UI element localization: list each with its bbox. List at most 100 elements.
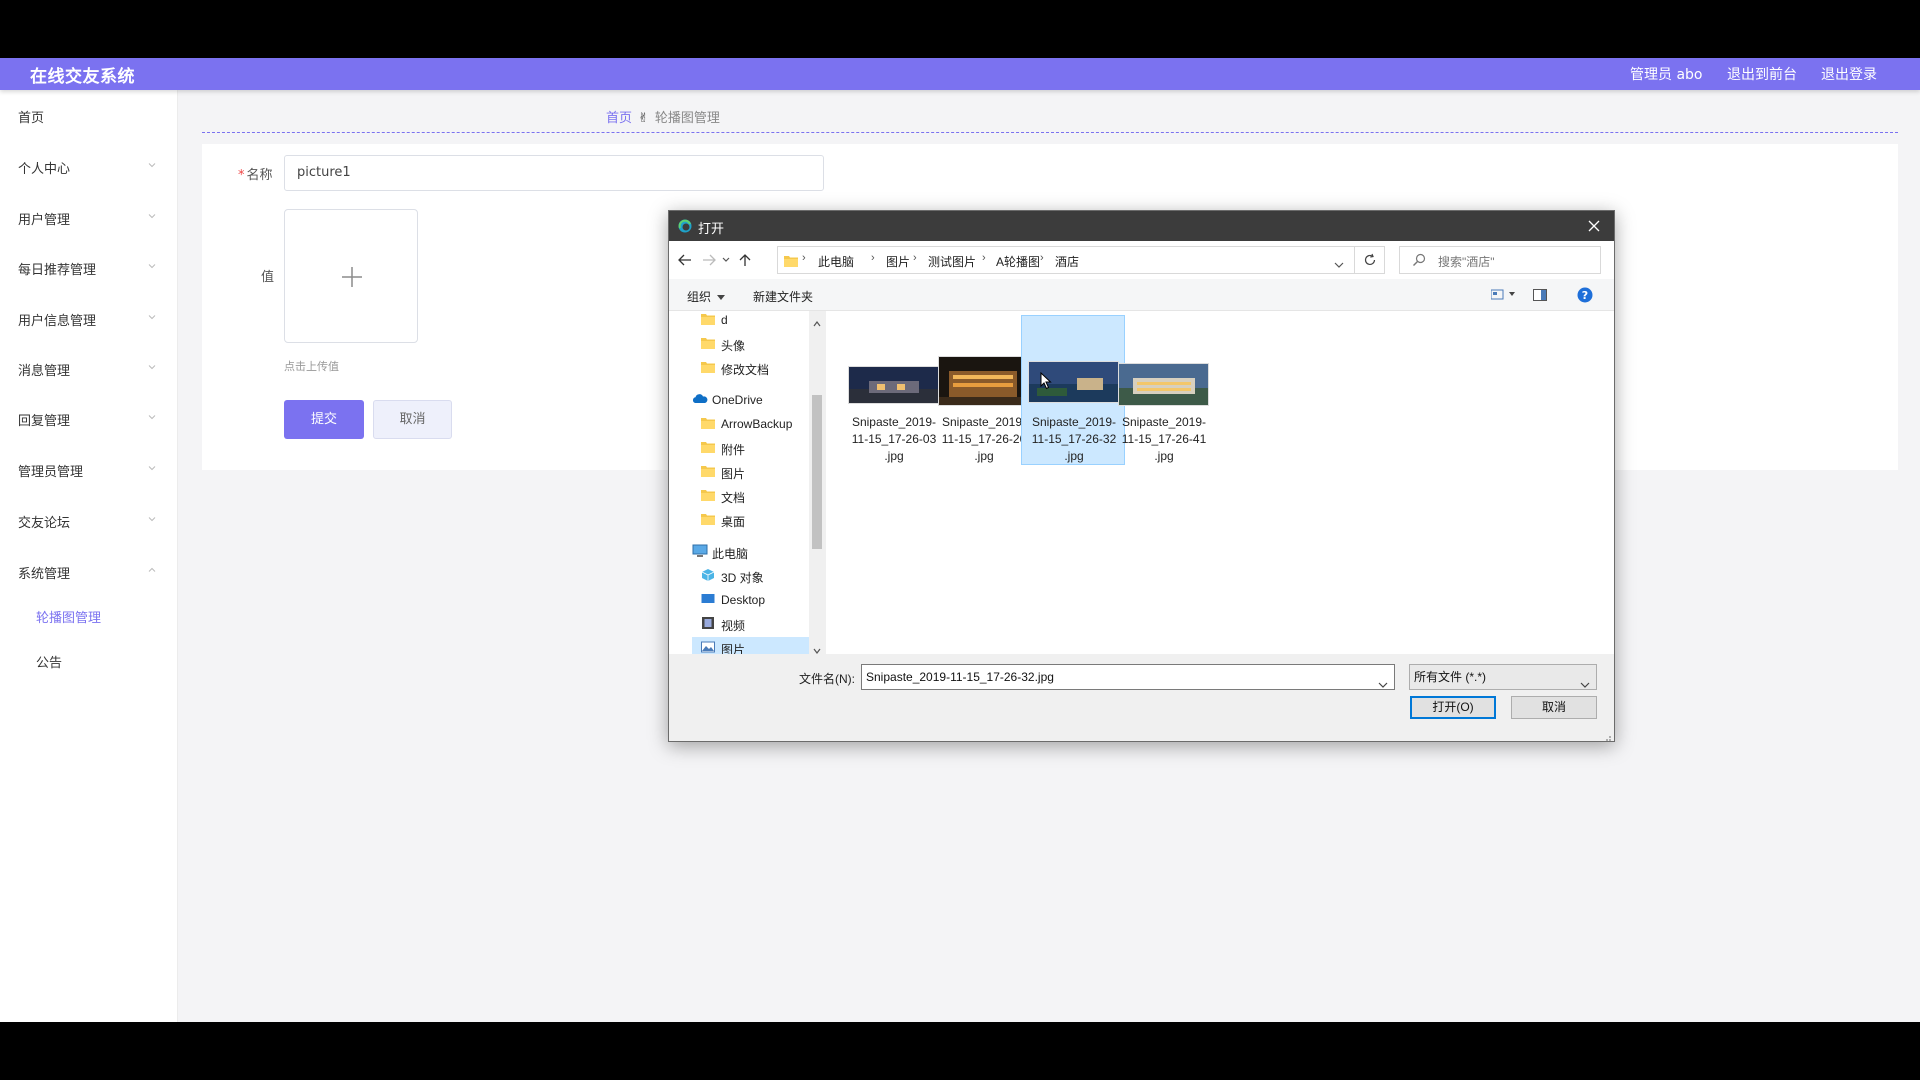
scrollbar-thumb[interactable]	[812, 395, 822, 549]
file-tile-selected[interactable]: Snipaste_2019- 11-15_17-26-32 .jpg	[1021, 315, 1125, 465]
search-input[interactable]: 搜索"酒店"	[1399, 246, 1601, 274]
image-thumbnail	[848, 366, 939, 404]
chevron-down-icon	[148, 363, 156, 371]
chevron-down-icon	[1580, 673, 1590, 697]
computer-icon	[692, 544, 708, 558]
back-to-frontend-link[interactable]: 退出到前台	[1727, 64, 1797, 84]
sidebar-subitem-label: 公告	[36, 656, 63, 671]
view-options-icon[interactable]	[1490, 289, 1517, 304]
path-pictures[interactable]: 图片	[886, 253, 910, 270]
folder-icon	[701, 336, 715, 350]
tree-item-documents[interactable]: 文档	[701, 485, 807, 507]
resize-grip-icon[interactable]	[1602, 729, 1612, 747]
organize-menu[interactable]: 组织	[687, 288, 726, 305]
tree-item-attachments[interactable]: 附件	[701, 437, 807, 459]
image-thumbnail	[1118, 363, 1209, 406]
breadcrumb-home[interactable]: 首页	[606, 111, 632, 126]
path-this-pc[interactable]: 此电脑	[818, 253, 854, 270]
chevron-down-icon	[148, 413, 156, 421]
hand-icon: ✌	[638, 111, 649, 126]
address-bar[interactable]: › 此电脑 › 图片 › 测试图片 › A轮播图 › 酒店	[777, 246, 1355, 274]
sidebar-item-personal-center[interactable]: 个人中心	[0, 149, 178, 185]
tree-item-pictures-onedrive[interactable]: 图片	[701, 461, 807, 483]
chevron-down-icon	[148, 515, 156, 523]
tree-item-label: 图片	[721, 467, 746, 481]
preview-pane-icon[interactable]	[1533, 289, 1547, 304]
chevron-right-icon: ›	[802, 252, 806, 264]
folder-icon	[701, 512, 715, 526]
file-tile[interactable]: Snipaste_2019- 11-15_17-26-03 .jpg	[842, 316, 946, 466]
new-folder-button[interactable]: 新建文件夹	[753, 288, 813, 305]
path-carousel[interactable]: A轮播图	[996, 253, 1040, 270]
filename-input[interactable]: Snipaste_2019-11-15_17-26-32.jpg	[861, 664, 1395, 690]
refresh-button[interactable]	[1355, 246, 1385, 274]
path-test-pictures[interactable]: 测试图片	[928, 253, 976, 270]
up-arrow-icon[interactable]	[737, 252, 753, 268]
sidebar-item-admin-mgmt[interactable]: 管理员管理	[0, 452, 178, 488]
sidebar-item-system-mgmt[interactable]: 系统管理	[0, 554, 178, 590]
dialog-title: 打开	[698, 221, 725, 236]
open-button[interactable]: 打开(O)	[1410, 696, 1496, 719]
cancel-button[interactable]: 取消	[373, 400, 452, 439]
chevron-down-icon	[148, 313, 156, 321]
sidebar-item-forum[interactable]: 交友论坛	[0, 503, 178, 539]
dialog-titlebar[interactable]: 打开	[669, 211, 1614, 241]
forward-arrow-icon[interactable]	[701, 252, 717, 268]
refresh-icon	[1363, 253, 1377, 272]
chevron-down-icon[interactable]	[1378, 673, 1388, 697]
tree-item-desktop[interactable]: Desktop	[701, 589, 807, 611]
recent-dropdown-icon[interactable]	[721, 252, 737, 268]
admin-user-link[interactable]: 管理员 abo	[1630, 64, 1702, 84]
filetype-select[interactable]: 所有文件 (*.*)	[1409, 664, 1597, 690]
tree-item-edit-docs[interactable]: 修改文档	[701, 357, 807, 379]
sidebar-subitem-label: 轮播图管理	[36, 611, 102, 626]
tree-item-label: Desktop	[721, 593, 766, 607]
tree-item-label: ArrowBackup	[721, 417, 793, 431]
sidebar-item-label: 用户信息管理	[18, 314, 97, 329]
tree-item-this-pc[interactable]: 此电脑	[692, 541, 807, 563]
search-placeholder: 搜索"酒店"	[1438, 255, 1495, 269]
folder-icon	[701, 416, 715, 430]
navigation-scrollbar[interactable]	[809, 311, 825, 654]
sidebar-subitem-carousel[interactable]: 轮播图管理	[0, 601, 178, 631]
sidebar-item-daily-recommend[interactable]: 每日推荐管理	[0, 250, 178, 286]
tree-item-onedrive[interactable]: OneDrive	[692, 389, 807, 411]
tree-item-avatar[interactable]: 头像	[701, 333, 807, 355]
browser-icon	[678, 219, 692, 233]
scroll-up-icon[interactable]	[813, 314, 821, 332]
name-input[interactable]: picture1	[284, 155, 824, 191]
sidebar-item-user-info[interactable]: 用户信息管理	[0, 301, 178, 337]
filename-value: Snipaste_2019-11-15_17-26-32.jpg	[866, 670, 1054, 684]
folder-icon	[701, 464, 715, 478]
chevron-down-icon	[148, 161, 156, 169]
logout-link[interactable]: 退出登录	[1821, 64, 1877, 84]
tree-item-arrowbackup[interactable]: ArrowBackup	[701, 413, 807, 435]
tree-item-3d-objects[interactable]: 3D 对象	[701, 565, 807, 587]
folder-icon	[701, 440, 715, 454]
sidebar-item-label: 每日推荐管理	[18, 263, 97, 278]
sidebar-item-messages[interactable]: 消息管理	[0, 351, 178, 387]
video-icon	[701, 616, 715, 630]
sidebar-subitem-notice[interactable]: 公告	[0, 646, 178, 676]
sidebar-item-home[interactable]: 首页	[0, 98, 178, 134]
tree-item-label: 修改文档	[721, 363, 770, 377]
tree-item-label: d	[721, 313, 728, 327]
tree-item-label: 此电脑	[712, 547, 749, 561]
sidebar-item-replies[interactable]: 回复管理	[0, 401, 178, 437]
file-tile[interactable]: Snipaste_2019- 11-15_17-26-41 .jpg	[1112, 316, 1216, 466]
sidebar-item-user-mgmt[interactable]: 用户管理	[0, 200, 178, 236]
tree-item-d[interactable]: d	[701, 311, 807, 331]
tree-item-desktop-cn[interactable]: 桌面	[701, 509, 807, 531]
dialog-footer: 文件名(N): Snipaste_2019-11-15_17-26-32.jpg…	[669, 654, 1614, 741]
close-icon[interactable]	[1585, 217, 1603, 235]
tree-item-videos[interactable]: 视频	[701, 613, 807, 635]
scroll-down-icon[interactable]	[813, 641, 821, 654]
dialog-cancel-button[interactable]: 取消	[1511, 696, 1597, 719]
help-icon[interactable]: ?	[1577, 287, 1593, 306]
back-arrow-icon[interactable]	[677, 252, 693, 268]
path-hotel[interactable]: 酒店	[1055, 253, 1079, 270]
tree-item-pictures[interactable]: 图片	[692, 637, 809, 654]
submit-button[interactable]: 提交	[284, 400, 364, 439]
image-uploader[interactable]	[284, 209, 418, 343]
chevron-down-icon[interactable]	[1334, 256, 1344, 274]
